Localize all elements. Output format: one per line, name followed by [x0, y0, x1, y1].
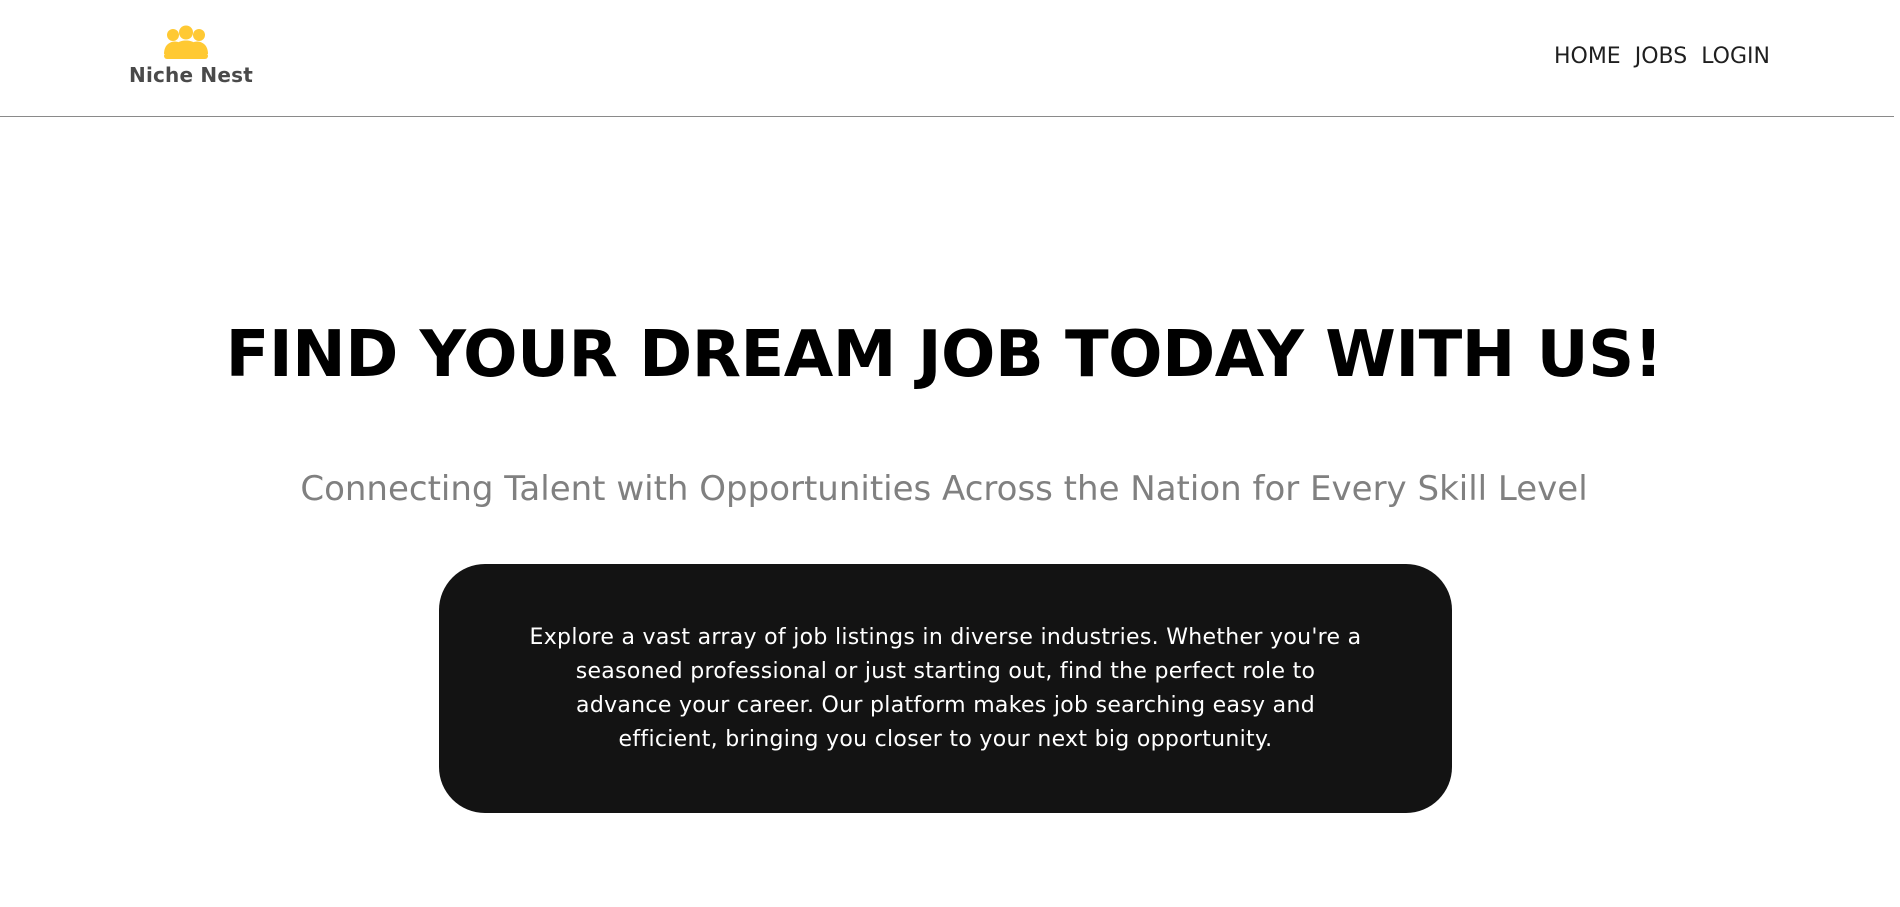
brand-name: Niche Nest [129, 63, 253, 87]
nav-login-link[interactable]: LOGIN [1701, 44, 1770, 69]
nav-jobs-link[interactable]: JOBS [1635, 44, 1687, 69]
nav-home-link[interactable]: HOME [1554, 44, 1621, 69]
info-card-text: Explore a vast array of job listings in … [529, 624, 1362, 752]
nav-links: HOME JOBS LOGIN [1554, 44, 1770, 69]
hero-title: FIND YOUR DREAM JOB TODAY WITH US! [225, 318, 1663, 392]
navbar: Niche Nest HOME JOBS LOGIN [0, 0, 1894, 117]
people-group-icon [164, 25, 208, 59]
logo[interactable]: Niche Nest [124, 24, 253, 90]
hero-subtitle: Connecting Talent with Opportunities Acr… [300, 469, 1588, 509]
info-card: Explore a vast array of job listings in … [439, 564, 1452, 813]
